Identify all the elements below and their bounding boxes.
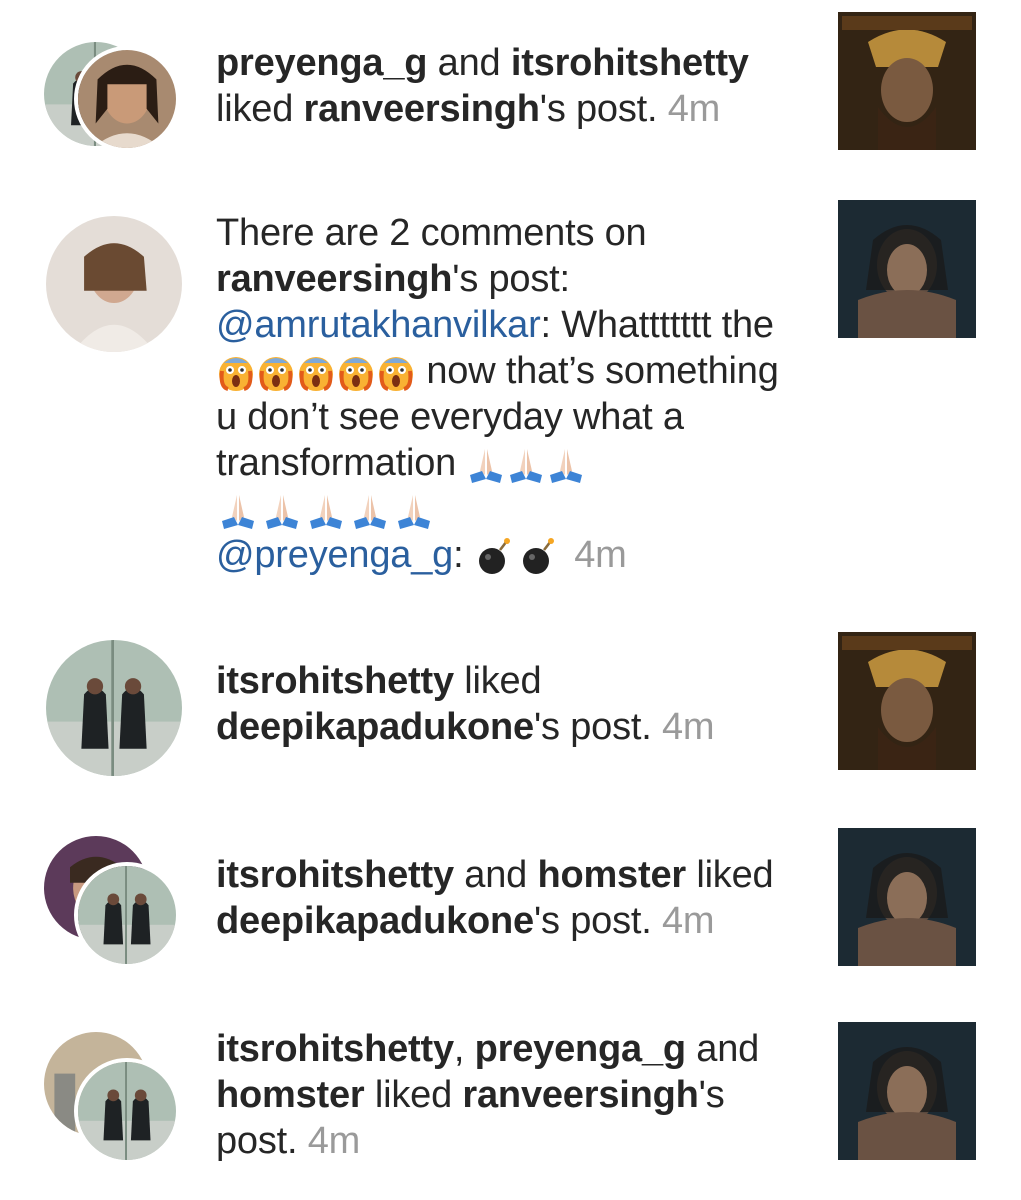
mention-link[interactable]: @amrutakhanvilkar <box>216 304 541 346</box>
username-link[interactable]: itsrohitshetty <box>216 1028 454 1070</box>
notification-text: preyenga_g and itsrohitshetty liked ranv… <box>216 40 786 132</box>
user-avatar-itsrohitshetty[interactable] <box>46 640 182 776</box>
post-thumbnail[interactable] <box>838 200 976 338</box>
connector-text: , <box>453 1028 475 1070</box>
suffix-text: 's <box>698 1074 725 1116</box>
intro-text: There are 2 comments on <box>216 212 647 254</box>
notification-text: itsrohitshetty and homster liked deepika… <box>216 852 786 944</box>
owner-link[interactable]: ranveersingh <box>462 1074 698 1116</box>
post-thumbnail[interactable] <box>838 828 976 966</box>
post-thumbnail[interactable] <box>838 12 976 150</box>
face-screaming-emoji-icon <box>216 353 416 393</box>
suffix-text: 's post: <box>452 258 570 300</box>
timestamp: 4m <box>661 900 715 942</box>
user-avatar-itsrohitshetty[interactable] <box>74 46 180 152</box>
user-avatar-itsrohitshetty[interactable] <box>74 862 180 968</box>
username-link[interactable]: itsrohitshetty <box>216 660 454 702</box>
username-link[interactable]: preyenga_g <box>475 1028 687 1070</box>
suffix-text: 's post. <box>533 706 662 748</box>
owner-link[interactable]: ranveersingh <box>304 88 540 130</box>
timestamp: 4m <box>307 1120 361 1162</box>
timestamp: 4m <box>574 534 627 576</box>
suffix-text: post. <box>216 1120 308 1162</box>
mention-link[interactable]: @preyenga_g <box>216 534 453 576</box>
username-link[interactable]: preyenga_g <box>216 42 428 84</box>
username-link[interactable]: homster <box>216 1074 365 1116</box>
owner-link[interactable]: ranveersingh <box>216 258 452 300</box>
post-thumbnail[interactable] <box>838 632 976 770</box>
bomb-emoji-icon <box>474 536 564 577</box>
timestamp: 4m <box>661 706 715 748</box>
owner-link[interactable]: deepikapadukone <box>216 706 534 748</box>
username-link[interactable]: itsrohitshetty <box>216 854 454 896</box>
owner-link[interactable]: deepikapadukone <box>216 900 534 942</box>
connector-text: and <box>427 42 511 84</box>
action-text: liked <box>216 88 304 130</box>
comment-text: : Whattttttt the <box>540 304 775 346</box>
action-text: liked <box>685 854 774 896</box>
notification-text: itsrohitshetty, preyenga_g and homster l… <box>216 1026 786 1164</box>
user-avatar-itsrohitshetty[interactable] <box>74 1058 180 1164</box>
notification-text: There are 2 comments on ranveersingh's p… <box>216 210 786 578</box>
action-text: liked <box>364 1074 463 1116</box>
user-avatar-amrutakhanvilkar[interactable] <box>46 216 182 352</box>
suffix-text: 's post. <box>539 88 668 130</box>
connector-text: and <box>453 854 538 896</box>
connector-text: and <box>685 1028 760 1070</box>
username-link[interactable]: homster <box>537 854 686 896</box>
suffix-text: 's post. <box>533 900 662 942</box>
comment-separator: : <box>453 534 464 576</box>
folded-hands-emoji-icon <box>466 445 586 485</box>
notification-text: itsrohitshetty liked deepikapadukone's p… <box>216 658 786 750</box>
action-text: liked <box>453 660 542 702</box>
post-thumbnail[interactable] <box>838 1022 976 1160</box>
username-link[interactable]: itsrohitshetty <box>511 42 749 84</box>
timestamp: 4m <box>667 88 721 130</box>
folded-hands-emoji-icon <box>216 491 436 531</box>
